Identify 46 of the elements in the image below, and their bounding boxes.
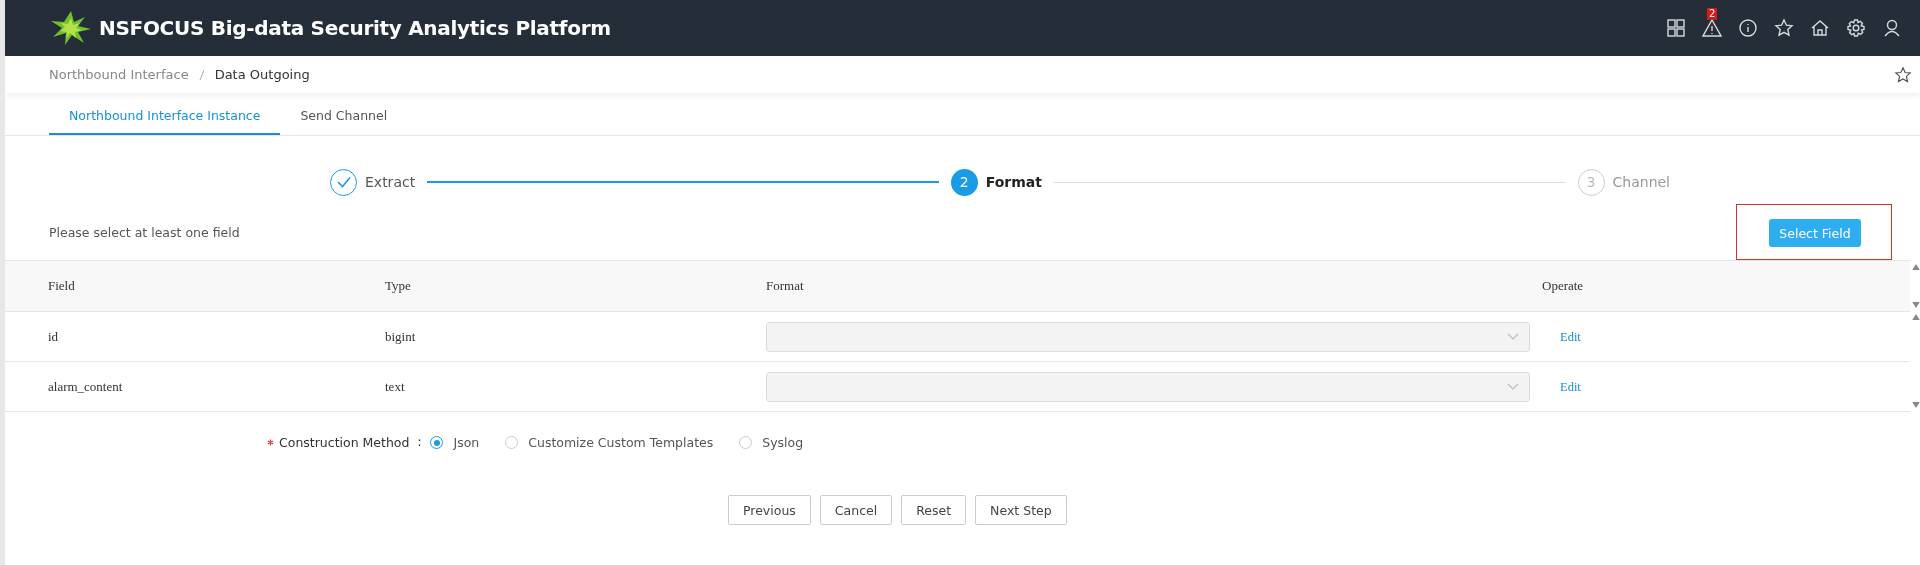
breadcrumb-separator-icon — [198, 68, 205, 81]
column-header: Type — [385, 278, 412, 294]
app-title: NSFOCUS Big-data Security Analytics Platform — [99, 16, 611, 40]
scroll-down-icon[interactable] — [1912, 402, 1920, 408]
breadcrumb-link[interactable]: Northbound Interface — [49, 67, 189, 82]
logo-icon — [51, 11, 91, 45]
action-button[interactable]: Cancel — [819, 495, 893, 525]
step-indicator: 2 — [950, 168, 978, 196]
info-icon[interactable] — [1738, 18, 1758, 38]
scroll-up-icon[interactable] — [1912, 264, 1920, 270]
table-cell-text: id — [47, 328, 60, 345]
warning-icon[interactable] — [1702, 18, 1722, 38]
field-label: Construction Method — [279, 435, 410, 450]
tab[interactable]: Northbound Interface Instance — [49, 99, 281, 135]
star-icon[interactable] — [1894, 65, 1912, 84]
step-label: Format — [985, 174, 1042, 190]
table-cell-text: alarm_content — [47, 378, 124, 395]
user-icon[interactable] — [1882, 18, 1902, 38]
table-cell-text: text — [385, 378, 406, 395]
radio-option[interactable]: Json — [430, 435, 480, 450]
column-header: Operate — [1542, 278, 1584, 294]
step-label: Channel — [1612, 174, 1670, 190]
tab[interactable]: Send Channel — [280, 99, 408, 135]
step-label: Extract — [365, 174, 416, 190]
column-header: Format — [766, 278, 805, 294]
check-icon — [335, 174, 352, 190]
settings-icon[interactable] — [1846, 18, 1866, 38]
breadcrumb-current: Data Outgoing — [214, 67, 310, 82]
action-button[interactable]: Next Step — [975, 495, 1067, 525]
hint-text: Please select at least one field — [49, 224, 240, 240]
apps-grid-icon[interactable] — [1666, 18, 1686, 38]
radio-option[interactable]: Syslog — [739, 435, 804, 450]
chevron-down-icon — [1507, 332, 1519, 341]
radio-option[interactable]: Customize Custom Templates — [505, 435, 714, 450]
label-colon: ： — [413, 434, 427, 451]
chevron-down-icon — [1507, 382, 1519, 391]
action-button[interactable]: Previous — [728, 495, 811, 525]
alert-count-badge: 2 — [1707, 8, 1718, 20]
edit-link[interactable]: Edit — [1560, 329, 1581, 344]
action-button[interactable]: Reset — [901, 495, 967, 525]
edit-link[interactable]: Edit — [1560, 379, 1581, 394]
scroll-up-icon[interactable] — [1912, 314, 1920, 320]
scroll-down-icon[interactable] — [1912, 302, 1920, 308]
column-header: Field — [47, 278, 76, 294]
table-cell-text: bigint — [385, 328, 417, 345]
home-icon[interactable] — [1810, 18, 1830, 38]
